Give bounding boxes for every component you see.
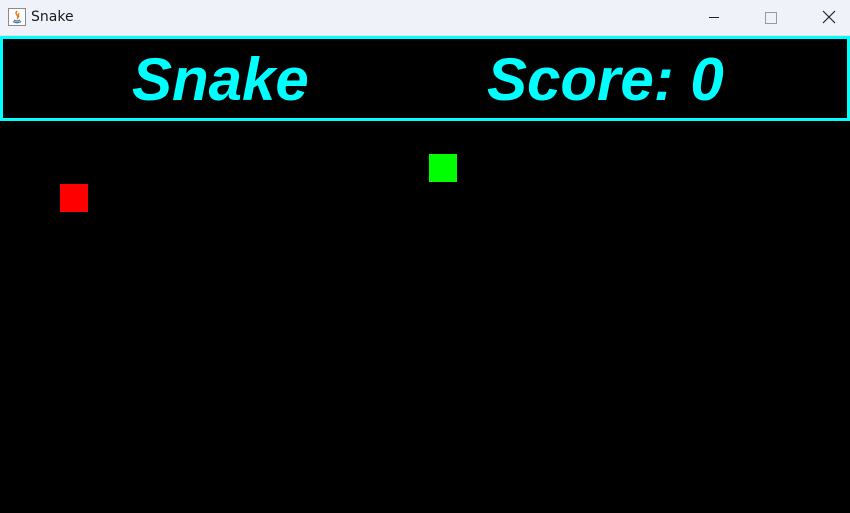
maximize-button[interactable] xyxy=(742,0,798,36)
game-board[interactable] xyxy=(0,121,850,513)
title-bar[interactable]: Snake xyxy=(0,0,850,36)
minimize-button[interactable] xyxy=(686,0,742,36)
score-header: Snake Score: 0 xyxy=(0,36,850,121)
snake-window: Snake Snake Score: 0 xyxy=(0,0,850,513)
close-icon xyxy=(822,10,836,24)
game-title: Snake xyxy=(132,46,309,113)
snake-head xyxy=(429,154,457,182)
minimize-icon xyxy=(709,17,719,18)
food-apple xyxy=(60,184,88,212)
maximize-icon xyxy=(765,12,777,24)
score-display: Score: 0 xyxy=(487,50,724,110)
score-value: 0 xyxy=(690,46,724,113)
java-app-icon xyxy=(8,8,26,26)
window-title: Snake xyxy=(31,9,74,25)
close-button[interactable] xyxy=(800,0,850,36)
score-label: Score: xyxy=(487,46,691,113)
